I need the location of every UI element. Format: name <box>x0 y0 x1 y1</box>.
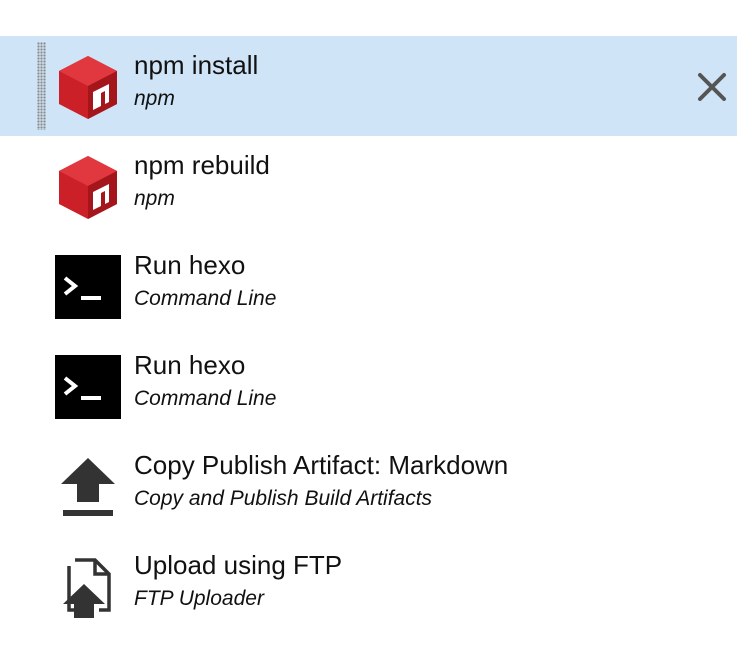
task-title: npm install <box>134 50 259 80</box>
task-subtitle: npm <box>134 87 175 110</box>
task-subtitle: Copy and Publish Build Artifacts <box>134 487 433 510</box>
npm-icon <box>55 54 121 120</box>
task-title: Copy Publish Artifact: Markdown <box>134 450 509 480</box>
task-row-upload-ftp[interactable]: Upload using FTP FTP Uploader <box>0 536 737 636</box>
task-row-copy-publish-artifact[interactable]: Copy Publish Artifact: Markdown Copy and… <box>0 436 737 536</box>
task-subtitle: Command Line <box>134 287 277 310</box>
task-row-run-hexo[interactable]: Run hexo Command Line <box>0 236 737 336</box>
close-icon <box>698 73 726 101</box>
remove-task-button[interactable] <box>695 70 729 104</box>
task-list: npm install npm npm rebuild npm Run hexo… <box>0 36 737 636</box>
task-title: npm rebuild <box>134 150 270 180</box>
npm-icon <box>55 154 121 220</box>
command-line-icon <box>55 254 121 320</box>
task-row-run-hexo[interactable]: Run hexo Command Line <box>0 336 737 436</box>
task-title: Run hexo <box>134 350 246 380</box>
upload-arrow-icon <box>55 454 121 520</box>
task-subtitle: npm <box>134 187 175 210</box>
task-title: Upload using FTP <box>134 550 343 580</box>
drag-handle[interactable] <box>37 42 46 130</box>
task-subtitle: Command Line <box>134 387 277 410</box>
ftp-upload-icon <box>55 554 121 620</box>
task-row-npm-rebuild[interactable]: npm rebuild npm <box>0 136 737 236</box>
task-title: Run hexo <box>134 250 246 280</box>
command-line-icon <box>55 354 121 420</box>
task-row-npm-install[interactable]: npm install npm <box>0 36 737 136</box>
task-subtitle: FTP Uploader <box>134 587 264 610</box>
